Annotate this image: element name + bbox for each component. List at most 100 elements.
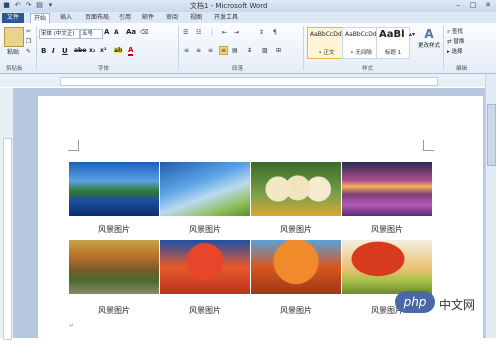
- align-center-icon[interactable]: ≡: [196, 47, 201, 54]
- format-painter-icon[interactable]: ✎: [26, 48, 31, 55]
- highlight-button[interactable]: ab: [114, 47, 123, 54]
- shading-icon[interactable]: ▨: [262, 47, 268, 54]
- scrollbar-thumb[interactable]: [487, 104, 496, 166]
- photo-caption: 风景图片: [280, 225, 312, 234]
- window-title: 文档1 - Microsoft Word: [190, 2, 268, 10]
- styles-scroll-icon[interactable]: ▴▾: [409, 31, 415, 38]
- landscape-autumn-tree-photo[interactable]: [342, 240, 432, 294]
- underline-button[interactable]: U: [62, 47, 68, 55]
- font-size-combo[interactable]: 五号: [80, 29, 103, 39]
- photo-caption: 风景图片: [189, 306, 221, 315]
- tab-insert[interactable]: 插入: [60, 13, 72, 23]
- italic-button[interactable]: I: [52, 47, 55, 55]
- tab-review[interactable]: 审阅: [166, 13, 178, 23]
- close-icon[interactable]: ✕: [482, 1, 494, 10]
- landscape-autumn-path-photo[interactable]: [69, 240, 159, 294]
- replace-label: 替换: [453, 39, 465, 45]
- font-group-label: 字体: [98, 66, 110, 72]
- justify-icon[interactable]: ≡: [219, 46, 229, 55]
- multilevel-list-icon[interactable]: ⋮: [209, 29, 215, 36]
- landscape-red-leaves-photo[interactable]: [160, 240, 250, 294]
- select-label: 选择: [451, 49, 463, 55]
- paste-button[interactable]: 粘贴: [7, 47, 19, 56]
- font-color-button[interactable]: A: [128, 46, 134, 56]
- horizontal-ruler[interactable]: [0, 74, 496, 87]
- undo-icon[interactable]: ↶: [13, 1, 22, 10]
- subscript-button[interactable]: x₂: [89, 47, 96, 54]
- replace-icon: ⇄: [447, 39, 452, 45]
- landscape-orange-tree-photo[interactable]: [251, 240, 341, 294]
- tab-page-layout[interactable]: 页面布局: [85, 13, 109, 23]
- vertical-ruler[interactable]: [0, 88, 13, 340]
- quick-access-toolbar: ■ ↶ ↷ ▤ ▾: [2, 1, 55, 10]
- borders-icon[interactable]: ⊞: [276, 47, 281, 54]
- replace-button[interactable]: ⇄ 替换: [447, 37, 464, 45]
- photo-caption: 风景图片: [98, 306, 130, 315]
- select-icon: ▸: [447, 49, 450, 55]
- style-heading-1[interactable]: AaBl 标题 1: [376, 27, 410, 59]
- distributed-icon[interactable]: ▤: [232, 47, 238, 54]
- separator: [178, 26, 179, 70]
- save-icon[interactable]: ■: [2, 1, 11, 10]
- print-preview-icon[interactable]: ▤: [35, 1, 44, 10]
- tab-file[interactable]: 文件: [2, 13, 24, 23]
- margin-corner: [423, 140, 434, 151]
- editing-group-label: 编辑: [456, 66, 468, 72]
- tab-mailings[interactable]: 邮件: [142, 13, 154, 23]
- style-name: • 正文: [318, 50, 335, 56]
- customize-icon[interactable]: ▾: [46, 1, 55, 10]
- separator: [36, 26, 37, 70]
- title-bar: ■ ↶ ↷ ▤ ▾ 文档1 - Microsoft Word – □ ✕: [0, 0, 496, 12]
- align-left-icon[interactable]: ≡: [184, 47, 189, 54]
- grow-font-button[interactable]: A: [104, 28, 109, 36]
- increase-indent-icon[interactable]: ⇥: [234, 29, 239, 36]
- minimize-icon[interactable]: –: [452, 1, 464, 10]
- find-button[interactable]: ⌕ 查找: [447, 27, 463, 36]
- find-icon: ⌕: [447, 29, 451, 35]
- landscape-sunset-photo[interactable]: [342, 162, 432, 216]
- styles-group-label: 样式: [362, 66, 374, 72]
- cut-icon[interactable]: ✂: [26, 28, 31, 35]
- change-case-button[interactable]: Aa: [126, 28, 136, 36]
- line-spacing-icon[interactable]: ↨: [247, 47, 252, 54]
- copy-icon[interactable]: ❐: [26, 38, 31, 45]
- redo-icon[interactable]: ↷: [24, 1, 33, 10]
- font-name-combo[interactable]: 宋体 (中文正): [39, 29, 80, 39]
- shrink-font-button[interactable]: A: [114, 29, 119, 36]
- margin-corner: [68, 140, 79, 151]
- superscript-button[interactable]: x²: [100, 47, 107, 54]
- photo-caption: 风景图片: [189, 225, 221, 234]
- style-name: 标题 1: [384, 50, 402, 56]
- change-styles-button[interactable]: A 更改样式: [418, 27, 440, 49]
- bold-button[interactable]: B: [41, 47, 46, 55]
- show-marks-icon[interactable]: ¶: [273, 29, 277, 36]
- ruler-track: [3, 138, 12, 340]
- change-styles-label: 更改样式: [418, 43, 441, 49]
- clear-format-icon[interactable]: ⌫: [140, 29, 148, 36]
- tab-references[interactable]: 引用: [119, 13, 131, 23]
- separator: [443, 26, 444, 70]
- align-right-icon[interactable]: ≡: [208, 47, 213, 54]
- photo-caption: 风景图片: [98, 225, 130, 234]
- vertical-scrollbar[interactable]: [485, 74, 496, 338]
- landscape-sky-photo[interactable]: [160, 162, 250, 216]
- paragraph-mark: ↵: [69, 322, 75, 329]
- style-no-spacing[interactable]: AaBbCcDd • 无间隔: [342, 27, 380, 59]
- puppies-photo[interactable]: [251, 162, 341, 216]
- ribbon-tabs: 文件 开始 插入 页面布局 引用 邮件 审阅 视图 开发工具: [0, 12, 496, 24]
- restore-icon[interactable]: □: [467, 1, 479, 10]
- bullets-icon[interactable]: ☰: [183, 29, 188, 36]
- numbering-icon[interactable]: ☷: [196, 29, 201, 36]
- tab-view[interactable]: 视图: [190, 13, 202, 23]
- landscape-lake-photo[interactable]: [69, 162, 159, 216]
- paste-icon[interactable]: [4, 27, 24, 47]
- select-button[interactable]: ▸ 选择: [447, 47, 463, 55]
- tab-developer[interactable]: 开发工具: [214, 13, 238, 23]
- photo-caption: 风景图片: [280, 306, 312, 315]
- change-styles-icon: A: [424, 27, 434, 41]
- decrease-indent-icon[interactable]: ⇤: [222, 29, 227, 36]
- photo-caption: 风景图片: [371, 225, 403, 234]
- strikethrough-button[interactable]: abe: [74, 47, 86, 54]
- sort-icon[interactable]: ↕: [259, 29, 264, 36]
- style-normal[interactable]: AaBbCcDd • 正文: [307, 27, 346, 59]
